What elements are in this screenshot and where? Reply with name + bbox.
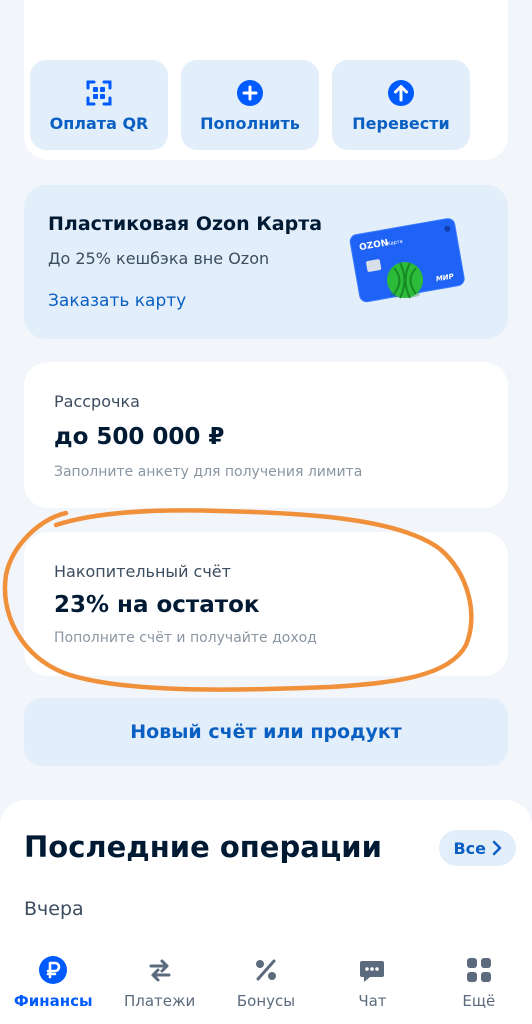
tab-payments[interactable]: Платежи [106,944,212,1024]
percent-icon [250,954,282,986]
tab-payments-label: Платежи [123,992,196,1010]
tab-more[interactable]: Ещё [426,944,532,1024]
promo-title: Пластиковая Ozon Карта [48,213,323,235]
recent-operations-title: Последние операции [24,830,382,864]
tab-more-label: Ещё [462,992,496,1010]
transfer-button[interactable]: Перевести [332,60,470,150]
transfer-label: Перевести [352,113,450,133]
ruble-icon [37,954,69,986]
tab-finance-label: Финансы [13,992,93,1010]
installment-amount: до 500 000 ₽ [54,424,225,450]
ozon-card-image: OZON Карта МИР [349,218,465,303]
chevron-right-icon [492,840,502,856]
grid-icon [463,954,495,986]
installment-label: Рассрочка [54,392,140,411]
tab-bonuses[interactable]: Бонусы [213,944,319,1024]
tab-chat-label: Чат [358,992,387,1010]
top-up-label: Пополнить [200,113,300,133]
order-card-link[interactable]: Заказать карту [48,291,186,311]
date-group-label: Вчера [24,898,84,920]
tab-chat[interactable]: Чат [319,944,425,1024]
savings-label: Накопительный счёт [54,562,231,581]
see-all-button[interactable]: Все [439,830,516,866]
pay-qr-label: Оплата QR [49,113,149,133]
installment-hint: Заполните анкету для получения лимита [54,464,363,480]
pay-qr-button[interactable]: Оплата QR [30,60,168,150]
installment-card[interactable]: Рассрочка до 500 000 ₽ Заполните анкету … [24,362,508,508]
qr-code-icon [84,78,114,108]
savings-account-card[interactable]: Накопительный счёт 23% на остаток Пополн… [24,532,508,676]
quick-actions: Оплата QR Пополнить Перевести [30,60,470,150]
tab-finance[interactable]: Финансы [0,944,106,1024]
see-all-label: Все [453,838,486,858]
chat-icon [356,954,388,986]
tab-bonuses-label: Бонусы [236,992,296,1010]
savings-rate: 23% на остаток [54,592,260,618]
top-up-button[interactable]: Пополнить [181,60,319,150]
new-account-or-product-button[interactable]: Новый счёт или продукт [24,698,508,766]
promo-subtitle: До 25% кешбэка вне Ozon [48,249,270,268]
transfer-arrows-icon [144,954,176,986]
plus-circle-icon [235,78,265,108]
savings-hint: Пополните счёт и получайте доход [54,630,317,646]
bottom-tab-bar: Финансы Платежи Бонусы Чат Ещё [0,944,532,1024]
arrow-up-circle-icon [386,78,416,108]
